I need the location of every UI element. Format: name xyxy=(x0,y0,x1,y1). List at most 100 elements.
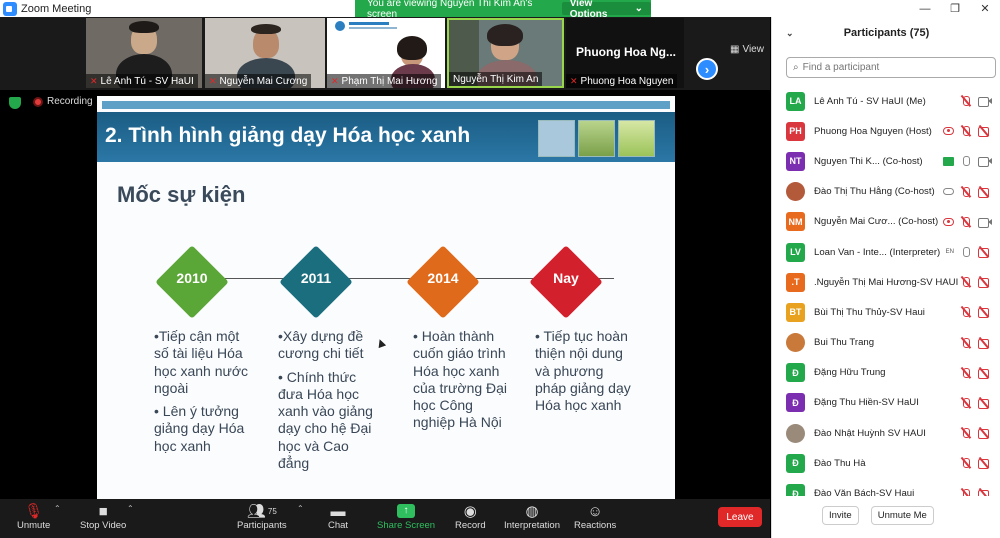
video-off-icon xyxy=(978,307,991,319)
participant-row[interactable]: BT Bùi Thị Thu Thủy-SV Haui xyxy=(772,297,1000,327)
participant-status-icons xyxy=(960,427,991,440)
share-screen-label: Share Screen xyxy=(377,520,436,531)
video-tile[interactable]: Phuong Hoa Ng... ✕ Phuong Hoa Nguyen xyxy=(566,18,684,88)
mic-muted-icon xyxy=(960,397,972,409)
participant-row[interactable]: .T .Nguyễn Thị Mai Hương-SV HAUI xyxy=(772,267,1000,297)
video-tile[interactable]: ✕ Phạm Thị Mai Hương xyxy=(327,18,445,88)
participant-row[interactable]: Đ Đào Thu Hà xyxy=(772,448,1000,478)
video-tile[interactable]: ✕ Lê Anh Tú - SV HaUI xyxy=(86,18,202,88)
participant-row[interactable]: Bui Thu Trang xyxy=(772,328,1000,358)
milestone-bullet: •Tiếp cận một số tài liệu Hóa học xanh n… xyxy=(154,328,249,396)
milestone-description: • Tiếp tục hoàn thiện nội dung và phương… xyxy=(535,328,635,420)
recording-indicator[interactable]: Recording xyxy=(33,96,93,107)
screen-share-icon xyxy=(943,156,954,166)
participant-name: Phuong Hoa Nguyen (Host) xyxy=(814,125,932,137)
participant-row[interactable]: Đào Nhật Huỳnh SV HAUI xyxy=(772,418,1000,448)
interpretation-button[interactable]: ◍ Interpretation xyxy=(504,502,560,531)
participant-name: Nguyen Thi K... (Co-host) xyxy=(814,155,923,167)
view-options-button[interactable]: View Options ⌄ xyxy=(561,0,651,20)
participant-row[interactable]: Đào Thị Thu Hằng (Co-host) xyxy=(772,177,1000,207)
participant-row[interactable]: Đ Đào Văn Bách-SV Haui xyxy=(772,478,1000,496)
milestone-bullet: •Xây dựng đề cương chi tiết xyxy=(278,328,364,362)
shared-screen: 2. Tình hình giảng dạy Hóa học xanh Mốc … xyxy=(97,96,675,499)
chevron-up-icon[interactable]: ⌃ xyxy=(297,504,304,513)
video-tile-active-speaker[interactable]: Nguyễn Thị Kim An xyxy=(447,18,564,88)
video-off-icon xyxy=(978,277,991,289)
milestone-bullet: • Lên ý tưởng giảng dạy Hóa học xanh xyxy=(154,403,245,454)
unmute-button[interactable]: 🎙︎ Unmute xyxy=(17,502,50,531)
milestone-label: Nay xyxy=(553,270,579,286)
avatar xyxy=(786,333,805,353)
security-shield-icon[interactable] xyxy=(9,97,21,109)
mic-muted-icon: ✕ xyxy=(331,75,339,86)
participant-row[interactable]: PH Phuong Hoa Nguyen (Host) xyxy=(772,116,1000,146)
minimize-button[interactable]: — xyxy=(910,0,940,17)
participant-name: Đào Thu Hà xyxy=(814,457,866,469)
video-off-icon xyxy=(978,489,991,496)
video-off-icon xyxy=(978,338,991,349)
chevron-up-icon[interactable]: ⌃ xyxy=(127,504,134,513)
view-button[interactable]: ▦ View xyxy=(730,44,764,55)
mic-muted-icon xyxy=(960,125,972,137)
participants-panel-title: Participants (75) xyxy=(843,27,930,39)
participant-name: Bùi Thị Thu Thủy-SV Haui xyxy=(814,306,925,318)
avatar xyxy=(786,182,805,202)
participant-status-icons xyxy=(960,397,991,409)
share-screen-button[interactable]: ↑ Share Screen xyxy=(377,502,435,531)
video-icon xyxy=(978,217,992,228)
zoom-window: Zoom Meeting You are viewing Nguyen Thi … xyxy=(0,0,1000,538)
participants-button[interactable]: 👥︎ 75 Participants xyxy=(237,502,287,531)
zoom-logo-icon xyxy=(3,1,17,16)
video-tile-placeholder-name: Phuong Hoa Ng... xyxy=(576,45,676,59)
mic-muted-icon: ✕ xyxy=(90,75,98,86)
sprout-image xyxy=(578,120,615,157)
cloud-icon xyxy=(943,188,954,196)
avatar: LA xyxy=(786,91,805,111)
mic-muted-icon: ✕ xyxy=(209,75,217,86)
record-button[interactable]: ◉ Record xyxy=(455,502,486,531)
meeting-toolbar: 🎙︎ Unmute ⌃ ■ Stop Video ⌃ 👥︎ 75 Particip… xyxy=(0,499,770,538)
participant-row[interactable]: LV Loan Van - Inte... (Interpreter) EN xyxy=(772,237,1000,267)
panel-footer: Invite Unmute Me xyxy=(772,506,1000,525)
participant-status-icons xyxy=(960,488,991,496)
invite-button[interactable]: Invite xyxy=(822,506,859,525)
mic-muted-icon xyxy=(960,186,972,198)
avatar: Đ xyxy=(786,484,805,496)
recording-icon xyxy=(943,217,954,226)
video-off-icon xyxy=(978,398,991,409)
mic-muted-icon xyxy=(960,367,972,379)
mic-muted-icon: 🎙︎ xyxy=(24,503,44,520)
search-field[interactable]: ⌕ xyxy=(786,57,996,78)
leave-button[interactable]: Leave xyxy=(718,507,762,527)
globe-icon: ◍ xyxy=(525,503,539,520)
participant-row[interactable]: Đ Đặng Thu Hiền-SV HaUI xyxy=(772,388,1000,418)
mic-muted-icon xyxy=(960,427,972,439)
maximize-button[interactable]: ❐ xyxy=(940,0,970,17)
stop-video-button[interactable]: ■ Stop Video xyxy=(80,502,126,532)
participant-name: Lê Anh Tú - SV HaUI (Me) xyxy=(814,95,926,107)
search-icon: ⌕ xyxy=(793,62,799,73)
participant-row[interactable]: NM Nguyễn Mai Cươ... (Co-host) xyxy=(772,207,1000,237)
chevron-up-icon[interactable]: ⌃ xyxy=(54,504,61,513)
participants-label: Participants xyxy=(237,520,287,531)
chat-button[interactable]: ▬ Chat xyxy=(328,502,348,532)
participant-row[interactable]: LA Lê Anh Tú - SV HaUI (Me) xyxy=(772,86,1000,116)
next-page-button[interactable]: › xyxy=(696,58,718,80)
close-button[interactable]: ✕ xyxy=(970,0,1000,17)
participant-row[interactable]: NT Nguyen Thi K... (Co-host) xyxy=(772,146,1000,176)
leaf-image xyxy=(618,120,655,157)
video-tile-name: ✕ Phạm Thị Mai Hương xyxy=(327,74,442,88)
milestone-bullet: • Tiếp tục hoàn thiện nội dung và phương… xyxy=(535,328,631,414)
unmute-me-button[interactable]: Unmute Me xyxy=(870,506,934,525)
grid-icon: ▦ xyxy=(730,44,740,55)
participant-row[interactable]: Đ Đặng Hữu Trung xyxy=(772,358,1000,388)
share-screen-icon: ↑ xyxy=(397,502,416,520)
chevron-down-icon[interactable]: ⌄ xyxy=(786,28,794,39)
video-tile[interactable]: ✕ Nguyễn Mai Cương xyxy=(205,18,325,88)
search-input[interactable] xyxy=(802,62,988,73)
video-gallery: ✕ Lê Anh Tú - SV HaUI ✕ Nguyễn Mai Cương ✕… xyxy=(0,17,770,90)
participants-panel-header: ⌄ Participants (75) xyxy=(772,17,1000,49)
reactions-button[interactable]: ☺ Reactions xyxy=(574,502,616,532)
mic-muted-icon xyxy=(960,276,972,288)
mic-muted-icon xyxy=(960,457,972,469)
